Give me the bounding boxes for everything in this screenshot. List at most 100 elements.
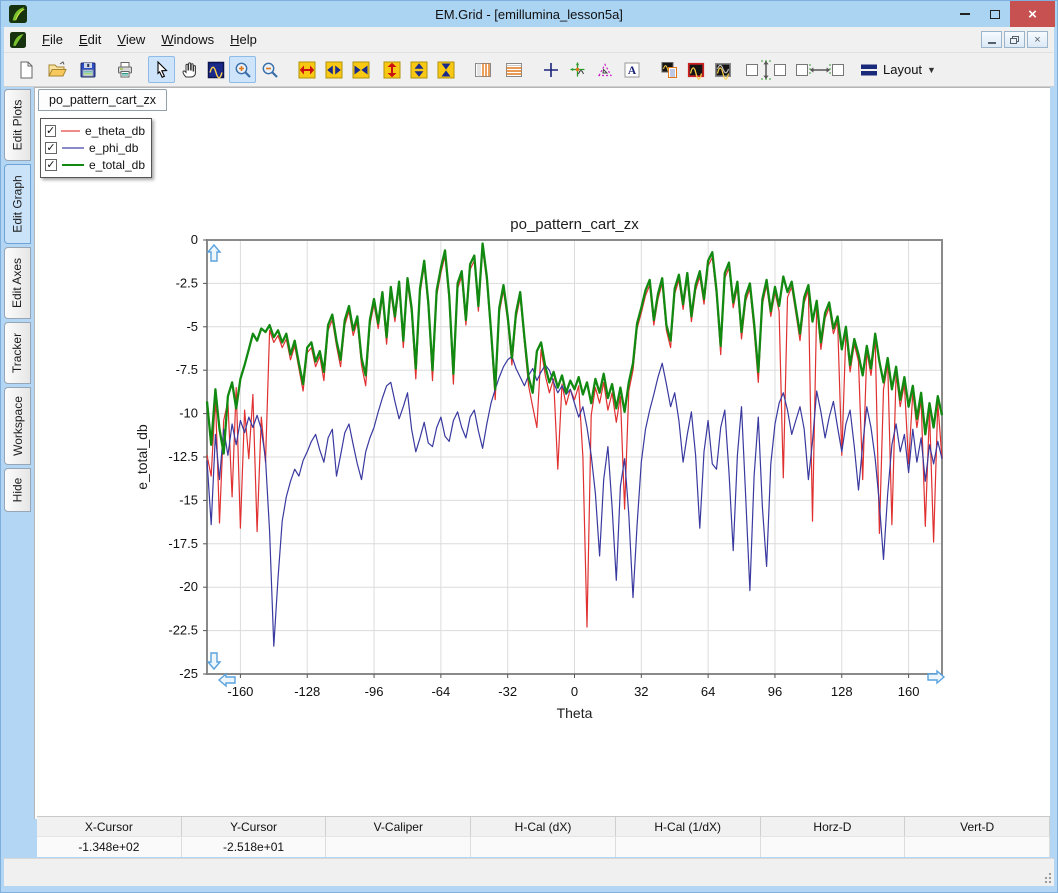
sidebar-tab-workspace[interactable]: Workspace bbox=[4, 387, 31, 465]
mdi-restore-button[interactable] bbox=[1004, 31, 1025, 48]
y-tick-label: -15 bbox=[179, 492, 198, 507]
hand-icon bbox=[179, 60, 199, 80]
document-icon bbox=[10, 32, 26, 48]
x-tick-label: 128 bbox=[831, 684, 853, 699]
link-y-right-checkbox[interactable] bbox=[774, 64, 786, 76]
horizontal-markers-button[interactable] bbox=[500, 56, 527, 83]
maximize-icon bbox=[990, 10, 1000, 19]
arrows-x-button[interactable] bbox=[320, 56, 347, 83]
x-tick-label: -32 bbox=[498, 684, 517, 699]
x-tick-label: 0 bbox=[571, 684, 578, 699]
sidebar-tab-edit-axes[interactable]: Edit Axes bbox=[4, 247, 31, 319]
chart-title: po_pattern_cart_zx bbox=[510, 216, 639, 233]
legend-line-sample bbox=[62, 147, 84, 149]
open-folder-icon bbox=[47, 60, 67, 80]
x-tick-label: 96 bbox=[768, 684, 782, 699]
readout-header: H-Cal (dX) bbox=[471, 817, 616, 836]
readout-header: H-Cal (1/dX) bbox=[616, 817, 761, 836]
cursor-icon bbox=[152, 60, 172, 80]
x-cursor-value: -1.348e+02 bbox=[37, 836, 182, 857]
compress-x-icon bbox=[351, 60, 371, 80]
link-x-left-checkbox[interactable] bbox=[796, 64, 808, 76]
tracker-button[interactable] bbox=[564, 56, 591, 83]
menu-file[interactable]: File bbox=[34, 28, 71, 51]
sidebar-tab-edit-plots[interactable]: Edit Plots bbox=[4, 89, 31, 161]
link-x-right-checkbox[interactable] bbox=[832, 64, 844, 76]
menu-view[interactable]: View bbox=[109, 28, 153, 51]
x-tick-label: -96 bbox=[365, 684, 384, 699]
expand-y-button[interactable] bbox=[378, 56, 405, 83]
x-tick-label: 64 bbox=[701, 684, 715, 699]
window-title: EM.Grid - [emillumina_lesson5a] bbox=[1, 7, 1057, 22]
zoom-region-icon bbox=[206, 60, 226, 80]
zoom-in-button[interactable] bbox=[229, 56, 256, 83]
x-tick-label: -160 bbox=[227, 684, 253, 699]
pan-arrow-down[interactable] bbox=[208, 653, 220, 669]
menu-edit[interactable]: Edit bbox=[71, 28, 109, 51]
x-tick-label: -64 bbox=[431, 684, 450, 699]
plot-legend: ✓ e_theta_db ✓ e_phi_db ✓ e_total_db bbox=[40, 118, 152, 178]
plot-canvas: po_pattern_cart_zx ✓ e_theta_db ✓ e_phi_… bbox=[34, 87, 1050, 819]
link-x-arrow-icon bbox=[808, 60, 832, 80]
pan-tool-button[interactable] bbox=[175, 56, 202, 83]
vertical-markers-button[interactable] bbox=[469, 56, 496, 83]
close-button[interactable]: × bbox=[1010, 1, 1055, 27]
resize-grip[interactable] bbox=[1045, 877, 1047, 879]
compress-x-button[interactable] bbox=[347, 56, 374, 83]
document-tab[interactable]: po_pattern_cart_zx bbox=[38, 89, 167, 111]
legend-item-e-phi: ✓ e_phi_db bbox=[45, 139, 145, 156]
plot-red-frame-icon bbox=[686, 60, 706, 80]
plot-double-wave-icon bbox=[713, 60, 733, 80]
layout-dropdown[interactable]: Layout ▼ bbox=[854, 59, 942, 81]
horz-d-value bbox=[761, 836, 906, 857]
arrows-x-icon bbox=[324, 60, 344, 80]
legend-line-sample bbox=[62, 164, 84, 166]
plot-area[interactable]: -160-128-96-64-3203264961281600-2.5-5-7.… bbox=[95, 208, 995, 773]
arrows-y-icon bbox=[409, 60, 429, 80]
new-document-button[interactable] bbox=[12, 56, 39, 83]
close-icon: × bbox=[1028, 6, 1037, 23]
sidebar-tab-hide[interactable]: Hide bbox=[4, 468, 31, 512]
save-button[interactable] bbox=[74, 56, 101, 83]
plot-window-button[interactable] bbox=[682, 56, 709, 83]
copy-plot-button[interactable] bbox=[655, 56, 682, 83]
v-caliper-value bbox=[326, 836, 471, 857]
maximize-button[interactable] bbox=[980, 1, 1010, 27]
y-tick-label: -17.5 bbox=[168, 536, 198, 551]
minimize-button[interactable] bbox=[950, 1, 980, 27]
print-button[interactable] bbox=[111, 56, 138, 83]
layout-label: Layout bbox=[883, 62, 922, 77]
crosshair-icon bbox=[541, 60, 561, 80]
pan-arrow-up[interactable] bbox=[208, 245, 220, 261]
zoom-region-button[interactable] bbox=[202, 56, 229, 83]
tracker-icon bbox=[568, 60, 588, 80]
zoom-out-icon bbox=[260, 60, 280, 80]
menu-windows[interactable]: Windows bbox=[153, 28, 222, 51]
sidebar-tab-tracker[interactable]: Tracker bbox=[4, 322, 31, 384]
mdi-close-button[interactable]: × bbox=[1027, 31, 1048, 48]
multi-plot-button[interactable] bbox=[709, 56, 736, 83]
legend-line-sample bbox=[61, 130, 80, 132]
zoom-out-button[interactable] bbox=[256, 56, 283, 83]
title-bar: EM.Grid - [emillumina_lesson5a] × bbox=[1, 1, 1057, 27]
legend-checkbox-e-total[interactable]: ✓ bbox=[45, 159, 57, 171]
link-y-left-checkbox[interactable] bbox=[746, 64, 758, 76]
legend-item-e-theta: ✓ e_theta_db bbox=[45, 122, 145, 139]
text-annotation-button[interactable]: A bbox=[618, 56, 645, 83]
caliper-button[interactable] bbox=[591, 56, 618, 83]
printer-icon bbox=[115, 60, 135, 80]
select-tool-button[interactable] bbox=[148, 56, 175, 83]
status-strip bbox=[4, 858, 1054, 886]
expand-x-button[interactable] bbox=[293, 56, 320, 83]
legend-checkbox-e-phi[interactable]: ✓ bbox=[45, 142, 57, 154]
readout-header: Y-Cursor bbox=[182, 817, 327, 836]
crosshair-button[interactable] bbox=[537, 56, 564, 83]
arrows-y-button[interactable] bbox=[405, 56, 432, 83]
sidebar-tab-edit-graph[interactable]: Edit Graph bbox=[4, 164, 31, 244]
compress-y-button[interactable] bbox=[432, 56, 459, 83]
mdi-minimize-button[interactable] bbox=[981, 31, 1002, 48]
open-file-button[interactable] bbox=[43, 56, 70, 83]
h-cal-1dx-value bbox=[616, 836, 761, 857]
legend-checkbox-e-theta[interactable]: ✓ bbox=[45, 125, 56, 137]
menu-help[interactable]: Help bbox=[222, 28, 265, 51]
